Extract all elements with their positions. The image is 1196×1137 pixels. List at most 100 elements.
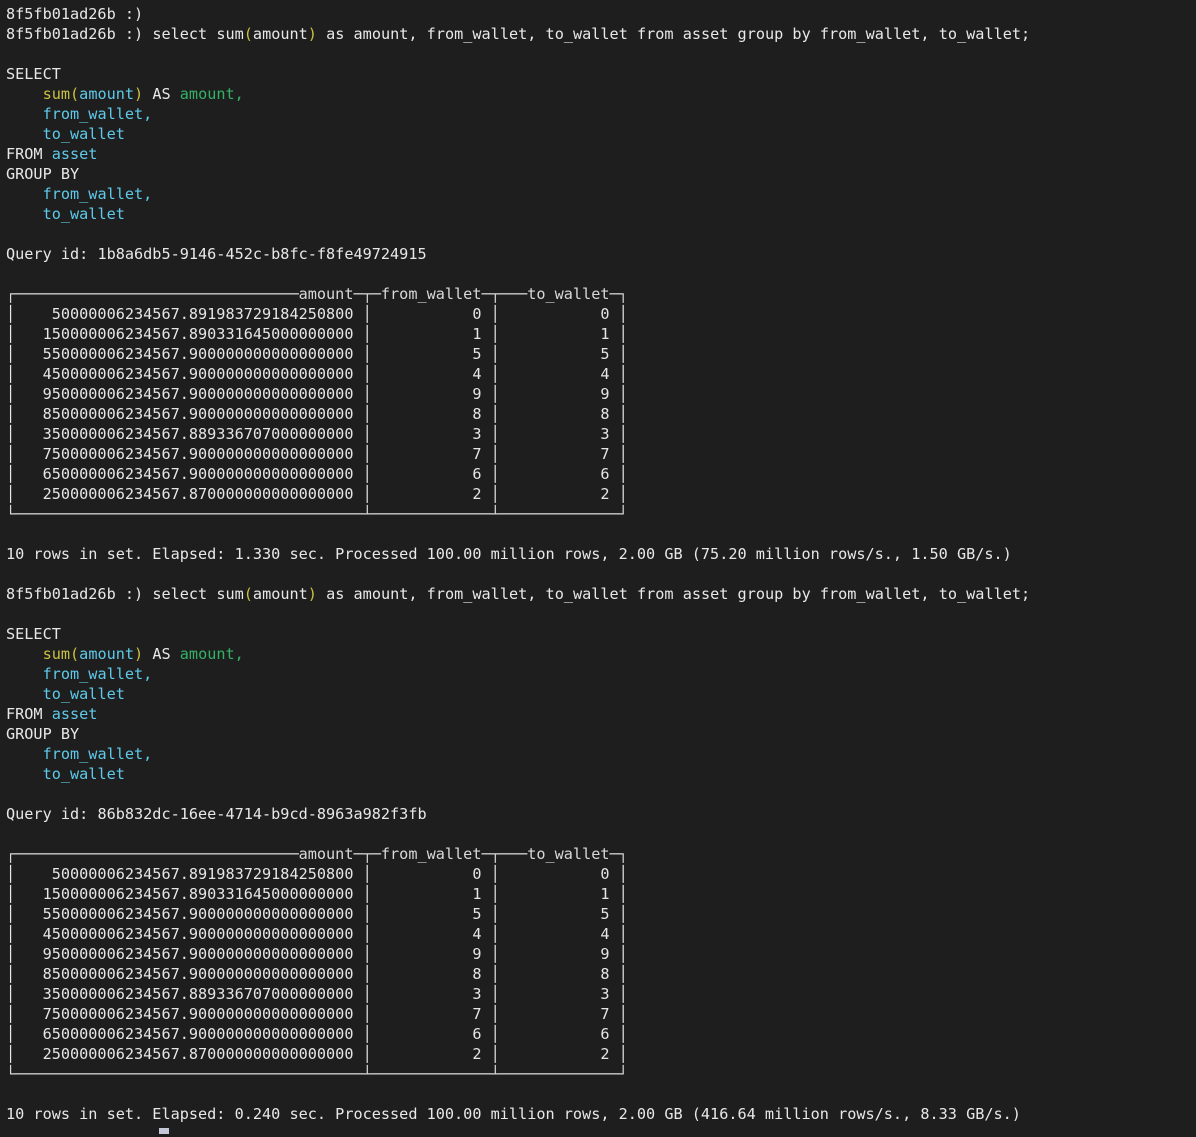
alias-comma: ,	[234, 85, 244, 103]
table-row: │ 250000006234567.870000000000000000 │ 2…	[6, 485, 628, 503]
table-row: │ 650000006234567.900000000000000000 │ 6…	[6, 465, 628, 483]
table-row: │ 850000006234567.900000000000000000 │ 8…	[6, 405, 628, 423]
table-row: │ 350000006234567.889336707000000000 │ 3…	[6, 425, 628, 443]
ident-to-wallet: to_wallet	[42, 685, 125, 703]
query-arg-amount: amount	[252, 585, 308, 603]
keyword-from: FROM	[6, 145, 52, 163]
fmt1-from-wallet: from_wallet,	[6, 104, 1196, 124]
query-id-line-2: Query id: 86b832dc-16ee-4714-b9cd-8963a9…	[6, 804, 1196, 824]
fmt2-groupby: GROUP BY	[6, 724, 1196, 744]
query-echo-line-2: 8f5fb01ad26b :) select sum(amount) as am…	[6, 584, 1196, 604]
table-row: │ 550000006234567.900000000000000000 │ 5…	[6, 905, 628, 923]
table-row: │ 150000006234567.890331645000000000 │ 1…	[6, 325, 628, 343]
paren-close: )	[134, 645, 144, 663]
fmt1-gb-from-wallet: from_wallet,	[6, 184, 1196, 204]
table-row: │ 150000006234567.890331645000000000 │ 1…	[6, 885, 628, 903]
fmt1-select: SELECT	[6, 64, 1196, 84]
fmt1-to-wallet: to_wallet	[6, 124, 1196, 144]
query-func-sum: sum	[216, 25, 244, 43]
text-cursor	[159, 1128, 169, 1134]
stats-line-2: 10 rows in set. Elapsed: 0.240 sec. Proc…	[6, 1104, 1196, 1124]
paren-open: (	[70, 645, 80, 663]
table-asset: asset	[51, 705, 98, 723]
table-row: │ 750000006234567.900000000000000000 │ 7…	[6, 1005, 628, 1023]
query-id-label: Query id:	[6, 805, 98, 823]
keyword-from: FROM	[6, 705, 52, 723]
ident-from-wallet: from_wallet	[42, 665, 144, 683]
fmt2-from-wallet: from_wallet,	[6, 664, 1196, 684]
fmt1-from-clause: FROM asset	[6, 144, 1196, 164]
table-row: │ 950000006234567.900000000000000000 │ 9…	[6, 385, 628, 403]
fmt2-gb-from-wallet: from_wallet,	[6, 744, 1196, 764]
table-row: │ 550000006234567.900000000000000000 │ 5…	[6, 345, 628, 363]
prompt-prefix: 8f5fb01ad26b :)	[6, 25, 153, 43]
query-id-value: 1b8a6db5-9146-452c-b8fc-f8fe49724915	[97, 245, 427, 263]
query-rest: as amount, from_wallet, to_wallet from a…	[316, 585, 1031, 603]
comma: ,	[143, 105, 153, 123]
table-row: │ 250000006234567.870000000000000000 │ 2…	[6, 1045, 628, 1063]
fmt2-select: SELECT	[6, 624, 1196, 644]
query-keyword-select: select	[152, 585, 217, 603]
query-id-label: Query id:	[6, 245, 98, 263]
func-sum: sum	[42, 645, 71, 663]
stats-text: 10 rows in set. Elapsed: 0.240 sec. Proc…	[6, 1105, 1021, 1123]
ident-from-wallet: from_wallet	[42, 105, 144, 123]
fmt2-to-wallet: to_wallet	[6, 684, 1196, 704]
query-paren-open: (	[243, 585, 253, 603]
alias-amount: amount	[179, 645, 235, 663]
table-asset: asset	[51, 145, 98, 163]
keyword-group-by: GROUP BY	[6, 725, 80, 743]
table-row: │ 450000006234567.900000000000000000 │ 4…	[6, 925, 628, 943]
ident-amount: amount	[79, 645, 135, 663]
table-header-rule: ┌───────────────────────────────amount─┬…	[6, 285, 628, 303]
func-sum: sum	[42, 85, 71, 103]
fmt2-sum-line: sum(amount) AS amount,	[6, 644, 1196, 664]
terminal-window[interactable]: 8f5fb01ad26b :) 8f5fb01ad26b :) select s…	[0, 0, 1196, 1137]
comma: ,	[143, 745, 153, 763]
comma: ,	[143, 185, 153, 203]
result-table-2: ┌───────────────────────────────amount─┬…	[6, 844, 1196, 1084]
terminal-screen: 8f5fb01ad26b :) 8f5fb01ad26b :) select s…	[0, 0, 1196, 1124]
prompt-prefix: 8f5fb01ad26b :)	[6, 585, 153, 603]
table-bottom-rule: └──────────────────────────────────────┴…	[6, 1065, 628, 1083]
query-paren-close: )	[307, 25, 317, 43]
ident-to-wallet: to_wallet	[42, 205, 125, 223]
table-header-rule: ┌───────────────────────────────amount─┬…	[6, 845, 628, 863]
ident-to-wallet: to_wallet	[42, 125, 125, 143]
query-keyword-select: select	[152, 25, 217, 43]
table-row: │ 950000006234567.900000000000000000 │ 9…	[6, 945, 628, 963]
ident-to-wallet: to_wallet	[42, 765, 125, 783]
stats-line-1: 10 rows in set. Elapsed: 1.330 sec. Proc…	[6, 544, 1196, 564]
paren-close: )	[134, 85, 144, 103]
query-arg-amount: amount	[252, 25, 308, 43]
table-row: │ 450000006234567.900000000000000000 │ 4…	[6, 365, 628, 383]
paren-open: (	[70, 85, 80, 103]
alias-amount: amount	[179, 85, 235, 103]
table-row: │ 350000006234567.889336707000000000 │ 3…	[6, 985, 628, 1003]
table-row: │ 650000006234567.900000000000000000 │ 6…	[6, 1025, 628, 1043]
table-row: │ 750000006234567.900000000000000000 │ 7…	[6, 445, 628, 463]
fmt2-gb-to-wallet: to_wallet	[6, 764, 1196, 784]
stats-text: 10 rows in set. Elapsed: 1.330 sec. Proc…	[6, 545, 1012, 563]
query-rest: as amount, from_wallet, to_wallet from a…	[316, 25, 1031, 43]
keyword-group-by: GROUP BY	[6, 165, 80, 183]
query-paren-close: )	[307, 585, 317, 603]
alias-comma: ,	[234, 645, 244, 663]
